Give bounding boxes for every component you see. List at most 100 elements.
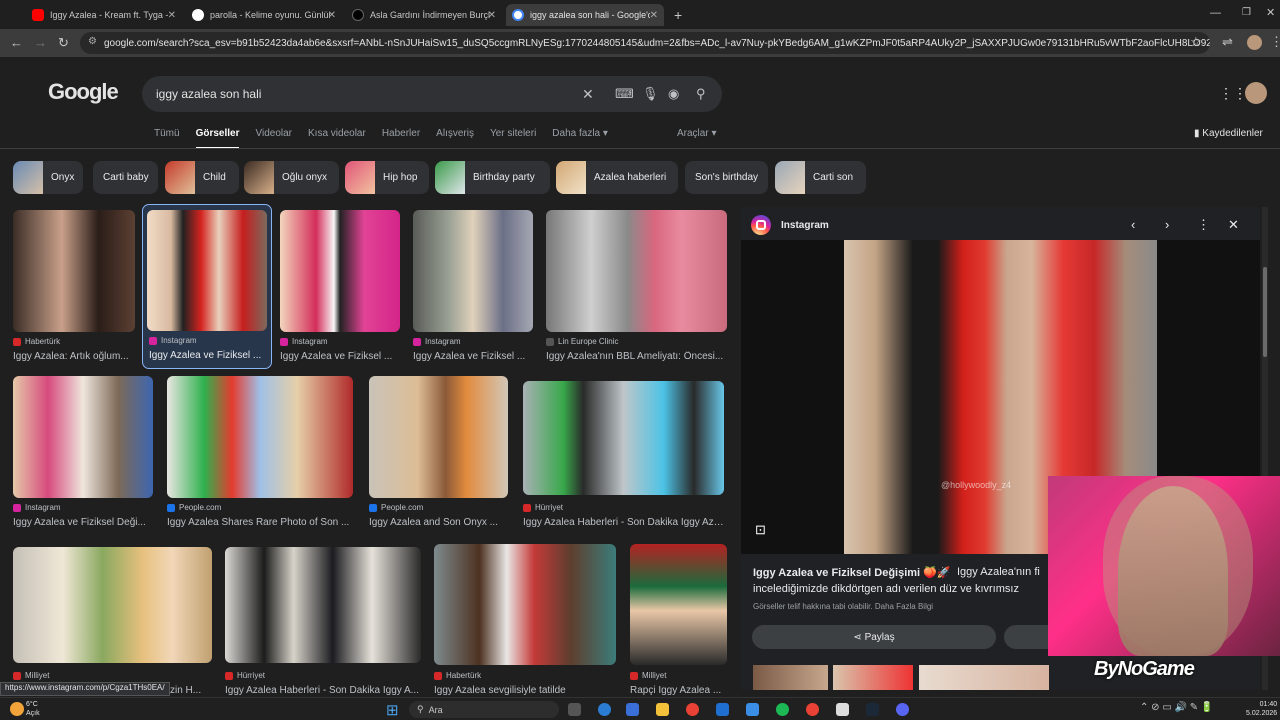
result-title[interactable]: Iggy Azalea: Artık oğlum... [13,351,135,362]
browser-tab-4-active[interactable]: iggy azalea son hali - Google'd ✕ [506,4,664,26]
search-input[interactable]: iggy azalea son hali [156,87,261,101]
close-icon[interactable]: ✕ [1228,217,1239,233]
image-result[interactable]: Instagram Iggy Azalea ve Fiziksel ... [280,210,400,365]
result-thumbnail[interactable] [147,210,267,331]
result-title[interactable]: Rapçi Iggy Azalea ... [630,685,727,696]
image-result[interactable]: Lin Europe Clinic Iggy Azalea'nın BBL Am… [546,210,727,365]
close-tab-icon[interactable]: ✕ [488,10,496,21]
result-source[interactable]: Hürriyet [225,671,265,680]
preview-header[interactable]: Instagram [751,215,829,235]
result-thumbnail[interactable] [167,376,353,498]
weather-icon[interactable] [10,702,24,716]
image-result[interactable]: Instagram Iggy Azalea ve Fiziksel ... [413,210,533,365]
browser-tab-1[interactable]: Iggy Azalea - Kream ft. Tyga - Y ✕ [26,4,182,26]
more-options-icon[interactable]: ⋮ [1197,217,1210,233]
result-source[interactable]: Instagram [280,337,328,346]
windows-start-icon[interactable]: ⊞ [386,701,399,719]
tab-images[interactable]: Görseller [195,128,240,149]
account-avatar[interactable] [1245,82,1267,104]
result-source[interactable]: Instagram [13,503,61,512]
result-source[interactable]: Hürriyet [523,503,563,512]
steam-icon[interactable] [866,703,879,716]
close-tab-icon[interactable]: ✕ [168,10,176,21]
result-source[interactable]: Habertürk [13,337,60,346]
google-logo[interactable]: Google [48,79,119,105]
result-title[interactable]: Iggy Azalea'nın BBL Ameliyatı: Öncesi... [546,351,727,362]
spotify-icon[interactable] [776,703,789,716]
browser-tab-2[interactable]: parolla - Kelime oyunu. Günlük ✕ [186,4,342,26]
saved-button[interactable]: ▮ Kaydedilenler [1194,128,1263,139]
tab-news[interactable]: Haberler [382,128,420,149]
result-thumbnail[interactable] [13,547,212,663]
microphone-icon[interactable]: 🎙 [642,86,659,102]
image-result[interactable]: Hürriyet Iggy Azalea Haberleri - Son Dak… [523,381,724,531]
result-source[interactable]: Habertürk [434,671,481,680]
related-thumbnail[interactable] [919,665,1049,690]
chip-sons-birthday[interactable]: Son's birthday [685,161,768,194]
file-explorer-icon[interactable] [656,703,669,716]
chip-child[interactable]: Child [165,161,239,194]
new-tab-button[interactable]: + [668,4,688,26]
site-info-icon[interactable]: ⚙ [88,36,97,47]
result-title[interactable]: Iggy Azalea ve Fiziksel ... [149,350,267,361]
result-title[interactable]: Iggy Azalea and Son Onyx ... [369,517,508,528]
previous-icon[interactable]: ‹ [1131,217,1135,232]
tab-videos[interactable]: Videolar [255,128,292,149]
edge-icon[interactable] [598,703,611,716]
result-title[interactable]: Iggy Azalea sevgilisiyle tatilde [434,685,616,696]
result-thumbnail[interactable] [13,210,135,332]
store-icon[interactable] [626,703,639,716]
chip-oglu-onyx[interactable]: Oğlu onyx [244,161,339,194]
chip-onyx[interactable]: Onyx [13,161,83,194]
image-result[interactable]: Milliyet Rapçi Iggy Azalea ... [630,544,727,697]
result-title[interactable]: Iggy Azalea ve Fiziksel ... [413,351,533,362]
result-source[interactable]: Instagram [413,337,461,346]
tab-places[interactable]: Yer siteleri [490,128,536,149]
mail-icon[interactable] [746,703,759,716]
clear-icon[interactable]: ✕ [582,86,594,103]
reload-icon[interactable]: ↻ [58,35,69,51]
result-thumbnail[interactable] [369,376,508,498]
image-result[interactable]: Instagram Iggy Azalea ve Fiziksel Deği..… [13,376,153,531]
image-result[interactable]: People.com Iggy Azalea and Son Onyx ... [369,376,508,531]
result-thumbnail[interactable] [523,381,724,495]
search-icon[interactable]: ⚲ [696,86,706,102]
image-result[interactable]: People.com Iggy Azalea Shares Rare Photo… [167,376,353,531]
result-source[interactable]: Milliyet [630,671,666,680]
scrollbar-thumb[interactable] [1263,267,1267,357]
result-thumbnail[interactable] [413,210,533,332]
result-title[interactable]: Iggy Azalea Haberleri - Son Dakika İggy … [225,685,421,696]
app-icon-2[interactable] [836,703,849,716]
lens-search-icon[interactable]: ⊡ [755,522,766,538]
result-thumbnail[interactable] [280,210,400,332]
result-thumbnail[interactable] [546,210,727,332]
address-bar[interactable]: ⚙ google.com/search?sca_esv=b91b52423da4… [80,32,1210,54]
next-icon[interactable]: › [1165,217,1169,232]
result-title[interactable]: Iggy Azalea Shares Rare Photo of Son ... [167,517,353,528]
chip-hip-hop[interactable]: Hip hop [345,161,429,194]
close-tab-icon[interactable]: ✕ [328,10,336,21]
copyright-notice[interactable]: Görseller telif hakkına tabi olabilir. D… [753,602,933,611]
image-result-selected[interactable]: Instagram Iggy Azalea ve Fiziksel ... [142,204,272,369]
discord-icon[interactable] [896,703,909,716]
search-box[interactable]: iggy azalea son hali ✕ ⌨ 🎙 ◉ ⚲ [142,76,722,112]
result-thumbnail[interactable] [434,544,616,665]
result-title[interactable]: Iggy Azalea Haberleri - Son Dakika İggy … [523,517,724,528]
share-button[interactable]: ⋖ Paylaş [752,625,996,649]
image-result[interactable]: Hürriyet Iggy Azalea Haberleri - Son Dak… [225,547,421,697]
chrome-icon[interactable] [686,703,699,716]
related-thumbnail[interactable] [753,665,828,690]
lens-icon[interactable]: ◉ [668,86,679,102]
close-window-icon[interactable]: ✕ [1266,6,1275,19]
chrome-icon-2[interactable] [806,703,819,716]
back-icon[interactable]: ← [10,35,23,50]
result-thumbnail[interactable] [630,544,727,665]
app-icon[interactable] [716,703,729,716]
image-result[interactable]: Habertürk Iggy Azalea: Artık oğlum... [13,210,135,365]
chip-azalea-haberleri[interactable]: Azalea haberleri [556,161,678,194]
result-thumbnail[interactable] [225,547,421,663]
result-source[interactable]: Lin Europe Clinic [546,337,618,346]
extensions-icon[interactable]: ⇌ [1222,34,1233,50]
tab-all[interactable]: Tümü [154,128,180,149]
chip-birthday-party[interactable]: Birthday party [435,161,550,194]
